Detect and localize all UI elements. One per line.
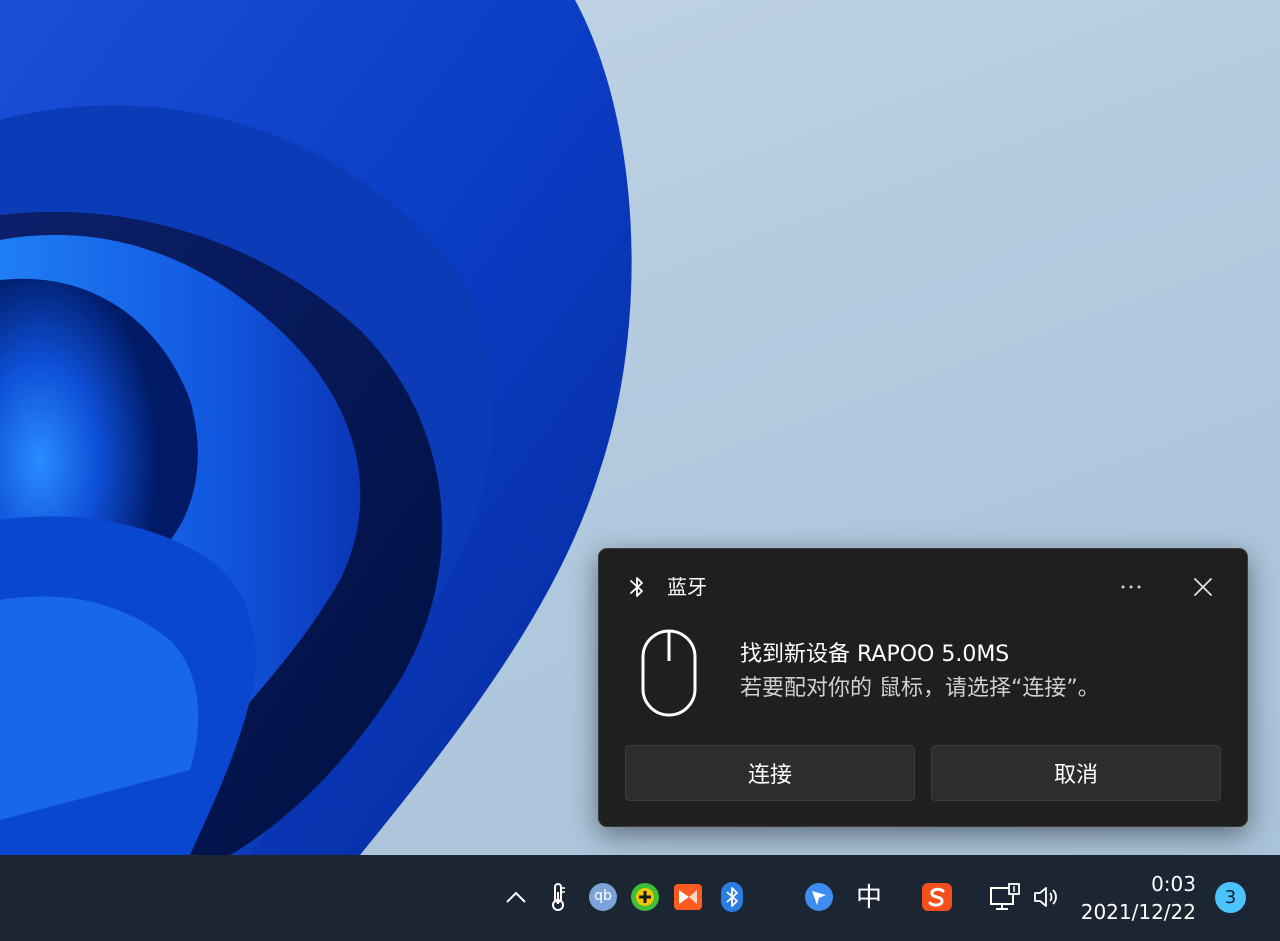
cancel-button[interactable]: 取消 — [931, 745, 1221, 801]
app-name: 蓝牙 — [667, 575, 707, 599]
clock-time[interactable]: 0:03 — [1080, 872, 1196, 896]
orange-app-icon — [674, 884, 702, 910]
input-method-indicator[interactable]: 中 — [852, 881, 886, 915]
taskbar: qb 中 0:03 2021/12/22 3 — [0, 855, 1280, 941]
sogou-tray-button[interactable] — [921, 881, 953, 913]
network-tray-button[interactable] — [989, 881, 1021, 913]
thermometer-icon — [552, 883, 565, 911]
chevron-up-icon — [506, 891, 526, 903]
feishu-tray-button[interactable] — [803, 881, 835, 913]
notification-center-badge[interactable]: 3 — [1215, 882, 1246, 913]
bluetooth-tray-button[interactable] — [716, 881, 748, 913]
network-icon — [990, 883, 1020, 910]
close-button[interactable] — [1183, 569, 1223, 605]
bluetooth-icon — [630, 577, 643, 597]
bluetooth-icon — [721, 882, 743, 912]
clock-date[interactable]: 2021/12/22 — [1080, 900, 1196, 924]
volume-tray-button[interactable] — [1031, 881, 1063, 913]
connect-button[interactable]: 连接 — [625, 745, 915, 801]
feishu-icon — [805, 883, 833, 911]
orange-app-tray-button[interactable] — [672, 881, 704, 913]
green-app-tray-button[interactable] — [629, 881, 661, 913]
qbittorrent-tray-button[interactable]: qb — [587, 881, 619, 913]
notification-body: 若要配对你的 鼠标，请选择“连接”。 — [740, 676, 1100, 701]
show-hidden-icons-button[interactable] — [500, 881, 532, 913]
notification-title: 找到新设备 RAPOO 5.0MS — [740, 642, 1010, 667]
more-options-button[interactable] — [1109, 569, 1153, 605]
green-app-icon — [631, 883, 659, 911]
close-icon — [1194, 578, 1212, 596]
bluetooth-notification-toast[interactable]: 蓝牙 找到新设备 RAPOO 5.0MS 若要配对你的 鼠标，请选择“连接”。 … — [598, 548, 1248, 827]
wallpaper-bloom — [0, 0, 632, 855]
mouse-icon — [641, 629, 697, 717]
ellipsis-icon — [1121, 585, 1141, 589]
volume-icon — [1034, 887, 1057, 907]
toast-header: 蓝牙 — [599, 549, 1247, 627]
temperature-tray-button[interactable] — [542, 881, 574, 913]
sogou-icon — [922, 883, 952, 911]
qbittorrent-label: qb — [594, 888, 612, 904]
